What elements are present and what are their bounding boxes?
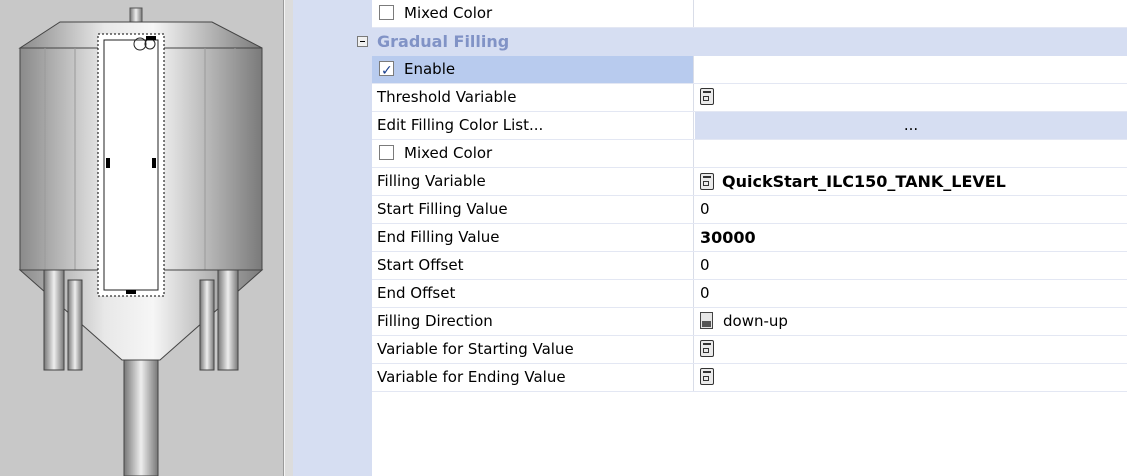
tag-icon[interactable] bbox=[700, 368, 714, 385]
property-row-start-offset[interactable]: Start Offset 0 bbox=[372, 252, 1127, 280]
variable-starting-value-field[interactable] bbox=[695, 336, 1127, 363]
property-row-variable-starting-value[interactable]: Variable for Starting Value bbox=[372, 336, 1127, 364]
property-row-enable[interactable]: Enable bbox=[372, 56, 1127, 84]
property-row-start-filling-value[interactable]: Start Filling Value 0 bbox=[372, 196, 1127, 224]
filling-variable-value[interactable]: QuickStart_ILC150_TANK_LEVEL bbox=[695, 168, 1127, 195]
property-row-mixed-color[interactable]: Mixed Color bbox=[372, 140, 1127, 168]
start-offset-field[interactable]: 0 bbox=[695, 252, 1127, 279]
property-row-filling-variable[interactable]: Filling Variable QuickStart_ILC150_TANK_… bbox=[372, 168, 1127, 196]
start-filling-value-field[interactable]: 0 bbox=[695, 196, 1127, 223]
collapse-minus-icon[interactable] bbox=[357, 36, 368, 47]
edit-color-list-button[interactable]: ... bbox=[695, 112, 1127, 139]
end-offset-field[interactable]: 0 bbox=[695, 280, 1127, 307]
tank-graphic[interactable] bbox=[0, 0, 283, 476]
tag-icon[interactable] bbox=[700, 88, 714, 105]
threshold-variable-value[interactable] bbox=[695, 84, 1127, 111]
mixed-color-checkbox-top[interactable] bbox=[379, 5, 394, 20]
property-row-mixed-color-top[interactable]: Mixed Color bbox=[372, 0, 1127, 28]
property-row-end-offset[interactable]: End Offset 0 bbox=[372, 280, 1127, 308]
property-row-end-filling-value[interactable]: End Filling Value 30000 bbox=[372, 224, 1127, 252]
tag-icon[interactable] bbox=[700, 340, 714, 357]
property-row-filling-direction[interactable]: Filling Direction down-up bbox=[372, 308, 1127, 336]
drawing-canvas[interactable] bbox=[0, 0, 284, 476]
end-filling-value-field[interactable]: 30000 bbox=[695, 224, 1127, 251]
property-grid-empty-area bbox=[372, 392, 1127, 476]
enable-checkbox[interactable] bbox=[379, 58, 394, 83]
property-row-threshold-variable[interactable]: Threshold Variable bbox=[372, 84, 1127, 112]
direction-icon bbox=[700, 312, 713, 329]
property-row-variable-ending-value[interactable]: Variable for Ending Value bbox=[372, 364, 1127, 392]
filling-direction-value[interactable]: down-up bbox=[695, 308, 1127, 335]
category-label: Gradual Filling bbox=[377, 32, 510, 51]
property-row-edit-filling-color-list[interactable]: Edit Filling Color List... ... bbox=[372, 112, 1127, 140]
variable-ending-value-field[interactable] bbox=[695, 364, 1127, 391]
category-gradual-filling[interactable]: Gradual Filling bbox=[293, 28, 1127, 56]
property-grid-margin bbox=[293, 0, 372, 476]
tag-icon[interactable] bbox=[700, 173, 714, 190]
mixed-color-checkbox[interactable] bbox=[379, 145, 394, 160]
property-grid[interactable]: Mixed Color Gradual Filling Enable Thres… bbox=[293, 0, 1127, 476]
